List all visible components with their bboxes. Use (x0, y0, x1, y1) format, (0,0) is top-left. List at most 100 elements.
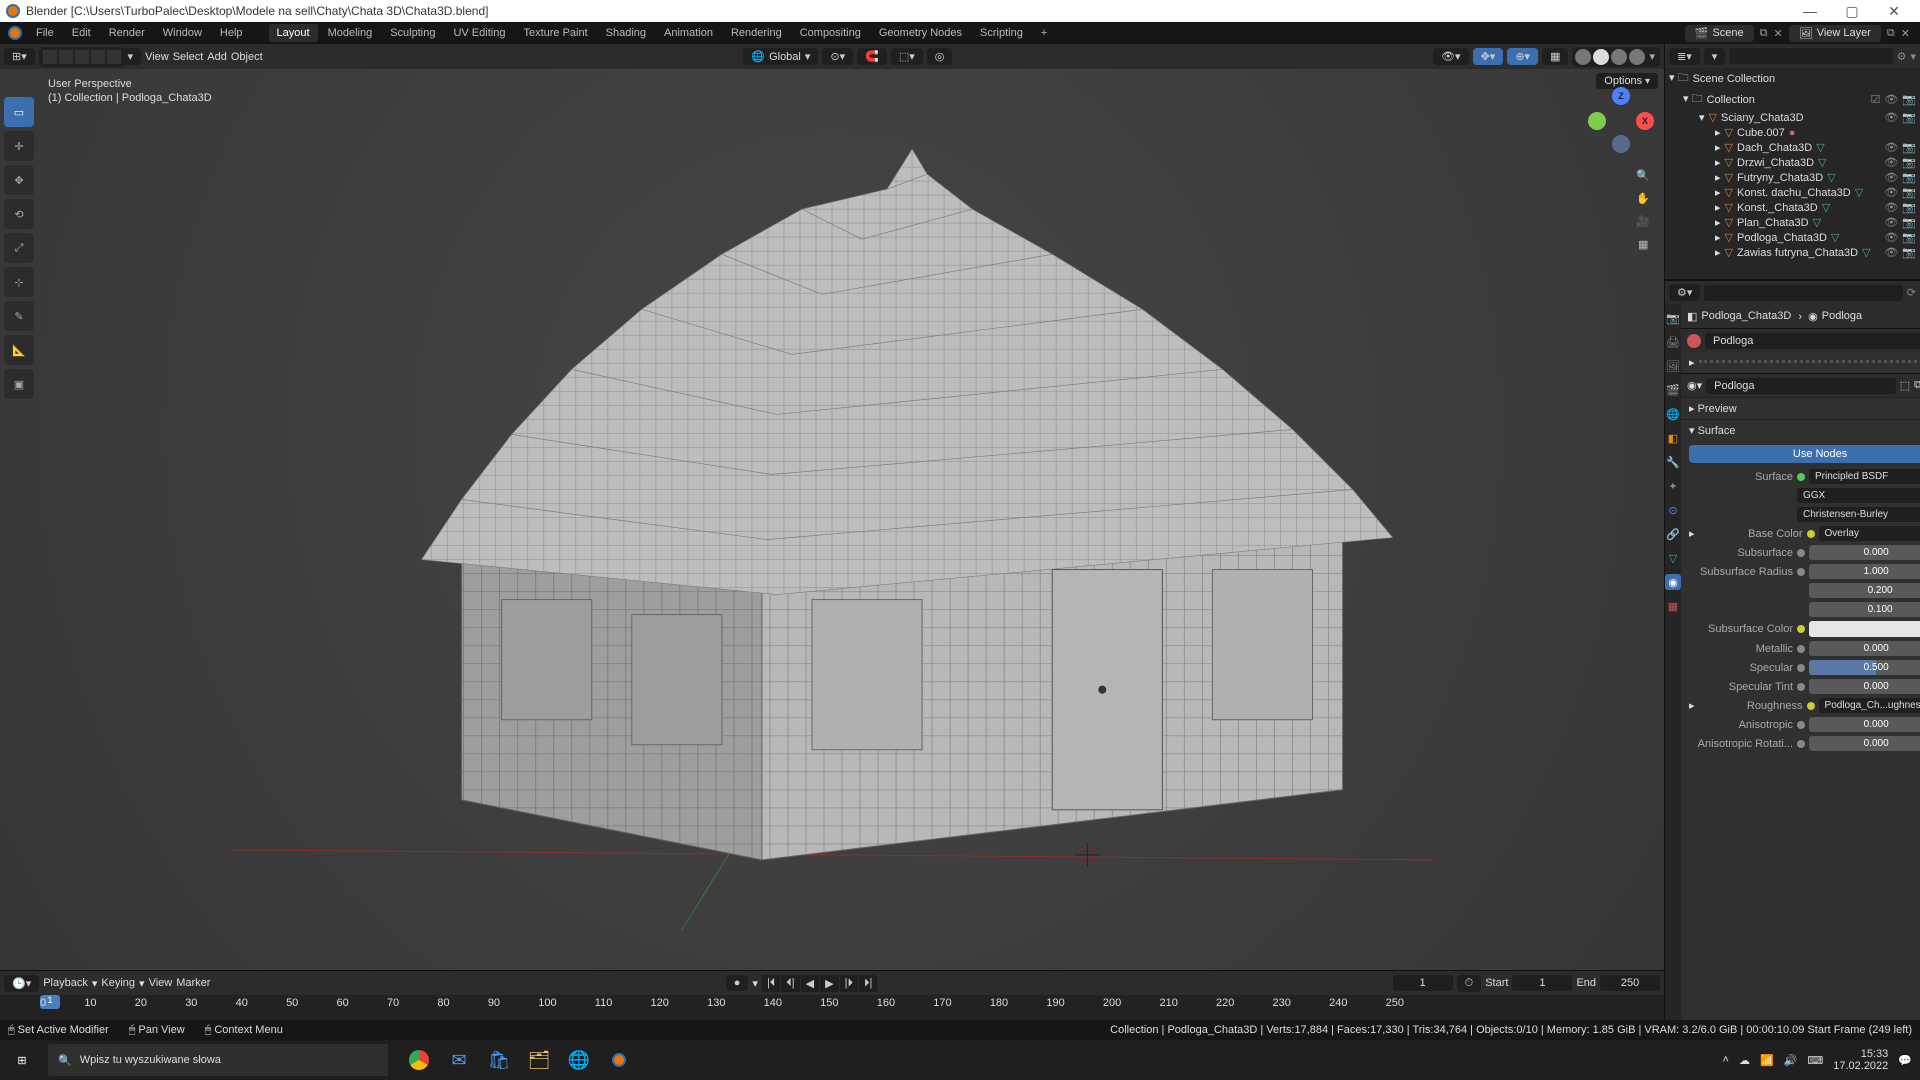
taskbar-chrome[interactable] (400, 1040, 438, 1080)
autokey-toggle[interactable]: ● (726, 975, 749, 991)
subrad-3[interactable]: 0.100 (1809, 602, 1920, 617)
selmode-4[interactable] (90, 49, 106, 65)
taskbar-search[interactable]: 🔍 Wpisz tu wyszukiwane słowa (48, 1044, 388, 1076)
viewport-menu-select[interactable]: Select (173, 51, 204, 63)
proptab-world[interactable]: 🌐 (1665, 406, 1681, 422)
proptab-scene[interactable]: 🎬 (1665, 382, 1681, 398)
outliner-item-1[interactable]: ▸ ▽ Dach_Chata3D ▽👁 📷 (1665, 140, 1920, 155)
props-editor-dropdown[interactable]: ⚙▾ (1669, 284, 1700, 301)
proptab-particle[interactable]: ✦ (1665, 478, 1681, 494)
next-key-button[interactable]: |⏵ (840, 975, 858, 992)
menu-edit[interactable]: Edit (64, 24, 99, 42)
viewlayer-selector[interactable]: 🖼 View Layer (1789, 25, 1881, 42)
menu-window[interactable]: Window (155, 24, 210, 42)
tab-uvediting[interactable]: UV Editing (445, 24, 513, 42)
metallic-input[interactable]: 0.000 (1809, 641, 1920, 656)
mat-browse[interactable]: ◉▾ (1687, 379, 1702, 392)
viewport-menu-object[interactable]: Object (231, 51, 263, 63)
close-button[interactable]: ✕ (1874, 1, 1914, 21)
proptab-viewlayer[interactable]: 🖼 (1665, 358, 1681, 374)
tray-lang-icon[interactable]: ⌨ (1807, 1054, 1823, 1067)
tab-sculpting[interactable]: Sculpting (382, 24, 443, 42)
outliner-group[interactable]: ▾ ▽ Sciany_Chata3D👁 📷 (1665, 110, 1920, 125)
shading-wireframe[interactable] (1575, 49, 1591, 65)
panel-preview[interactable]: ▸ Preview (1681, 398, 1920, 419)
snap-toggle[interactable]: 🧲 (857, 48, 887, 65)
basecolor-dropdown[interactable]: Overlay (1819, 526, 1920, 541)
jump-start-button[interactable]: |⏴ (762, 975, 780, 992)
3d-viewport[interactable]: ▭ ✛ ✥ ⟲ ⤢ ⊹ ✎ 📐 ▣ User Perspective (1) C… (0, 69, 1664, 970)
blender-icon[interactable] (8, 26, 22, 40)
outliner-item-4[interactable]: ▸ ▽ Konst. dachu_Chata3D ▽👁 📷 (1665, 185, 1920, 200)
orientation-dropdown[interactable]: 🌐 Global ▾ (743, 48, 818, 65)
outliner-filter-icon[interactable]: ⚙ (1897, 50, 1907, 63)
timeline-menu-marker[interactable]: Marker (176, 977, 210, 989)
surface-shader-dropdown[interactable]: Principled BSDF (1809, 469, 1920, 484)
snap-dropdown[interactable]: ⬚▾ (891, 48, 923, 65)
taskbar-edge[interactable]: 🌐 (560, 1040, 598, 1080)
outliner-item-0[interactable]: ▸ ▽ Cube.007 ● (1665, 125, 1920, 140)
tray-chevron-icon[interactable]: ˄ (1723, 1054, 1729, 1066)
editor-type-dropdown[interactable]: ⊞▾ (4, 48, 35, 65)
mat-node-icon[interactable]: ⬚ (1900, 379, 1910, 392)
outliner-search[interactable] (1729, 48, 1892, 64)
slot-more[interactable]: ▸ (1689, 356, 1695, 369)
tray-sound-icon[interactable]: 🔊 (1784, 1054, 1798, 1067)
menu-help[interactable]: Help (212, 24, 251, 42)
viewport-menu-view[interactable]: View (145, 51, 169, 63)
timeline-menu-view[interactable]: View (149, 977, 173, 989)
subsurf-method-dropdown[interactable]: Christensen-Burley (1797, 507, 1920, 522)
tray-clock[interactable]: 15:33 17.02.2022 (1833, 1048, 1888, 1072)
props-search[interactable] (1704, 285, 1902, 301)
spectint-input[interactable]: 0.000 (1809, 679, 1920, 694)
outliner-item-6[interactable]: ▸ ▽ Plan_Chata3D ▽👁 📷 (1665, 215, 1920, 230)
new-scene-button[interactable]: ⧉ (1760, 27, 1768, 40)
timeline-menu-keying[interactable]: Keying (101, 977, 135, 989)
roughness-dropdown[interactable]: Podloga_Ch...ughness.png (1819, 698, 1920, 713)
new-viewlayer-button[interactable]: ⧉ (1887, 27, 1895, 40)
tab-geometrynodes[interactable]: Geometry Nodes (871, 24, 970, 42)
proptab-data[interactable]: ▽ (1665, 550, 1681, 566)
proportional-toggle[interactable]: ◎ (927, 48, 953, 65)
proptab-modifier[interactable]: 🔧 (1665, 454, 1681, 470)
shading-solid[interactable] (1593, 49, 1609, 65)
outliner-item-5[interactable]: ▸ ▽ Konst._Chata3D ▽👁 📷 (1665, 200, 1920, 215)
jump-end-button[interactable]: ⏵| (859, 975, 877, 992)
taskbar-blender[interactable] (600, 1040, 638, 1080)
taskbar-store[interactable]: 🛍 (480, 1040, 518, 1080)
proptab-texture[interactable]: ▦ (1665, 598, 1681, 614)
start-button[interactable]: ⊞ (0, 1040, 44, 1080)
mat-dup[interactable]: ⧉ (1914, 379, 1920, 392)
selmode-3[interactable] (74, 49, 90, 65)
timeline-menu-playback[interactable]: Playback (43, 977, 88, 989)
panel-surface[interactable]: ▾ Surface (1681, 420, 1920, 441)
subrad-2[interactable]: 0.200 (1809, 583, 1920, 598)
outliner-item-7[interactable]: ▸ ▽ Podloga_Chata3D ▽👁 📷 (1665, 230, 1920, 245)
use-nodes-button[interactable]: Use Nodes (1689, 445, 1920, 463)
selmode-1[interactable] (42, 49, 58, 65)
proptab-physics[interactable]: ⊙ (1665, 502, 1681, 518)
outliner-editor-dropdown[interactable]: ≣▾ (1669, 48, 1700, 65)
specular-input[interactable]: 0.500 (1809, 660, 1920, 675)
jump-frame-button[interactable]: ⏱ (1457, 975, 1482, 992)
props-pin[interactable]: ⟳ (1907, 286, 1916, 299)
outliner-mode-dropdown[interactable]: ▾ (1704, 48, 1726, 65)
viewport-menu-add[interactable]: Add (207, 51, 227, 63)
material-slot[interactable]: Podloga (1705, 333, 1920, 349)
outliner-item-3[interactable]: ▸ ▽ Futryny_Chata3D ▽👁 📷 (1665, 170, 1920, 185)
xray-toggle[interactable]: ▦ (1542, 48, 1568, 65)
subsurface-input[interactable]: 0.000 (1809, 545, 1920, 560)
tab-rendering[interactable]: Rendering (723, 24, 790, 42)
overlay-toggle[interactable]: ⊕▾ (1507, 48, 1538, 65)
pivot-dropdown[interactable]: ⊙▾ (822, 48, 853, 65)
tab-scripting[interactable]: Scripting (972, 24, 1031, 42)
play-rev-button[interactable]: ◀ (801, 975, 819, 992)
prev-key-button[interactable]: ⏴| (781, 975, 799, 992)
tab-modeling[interactable]: Modeling (320, 24, 381, 42)
outliner-new-collection[interactable]: ▾ (1910, 50, 1916, 63)
tab-shading[interactable]: Shading (598, 24, 654, 42)
tray-notifications-icon[interactable]: 💬 (1898, 1054, 1912, 1067)
add-workspace-button[interactable]: + (1033, 24, 1055, 42)
gizmo-toggle[interactable]: ✥▾ (1473, 48, 1504, 65)
proptab-object[interactable]: ◧ (1665, 430, 1681, 446)
